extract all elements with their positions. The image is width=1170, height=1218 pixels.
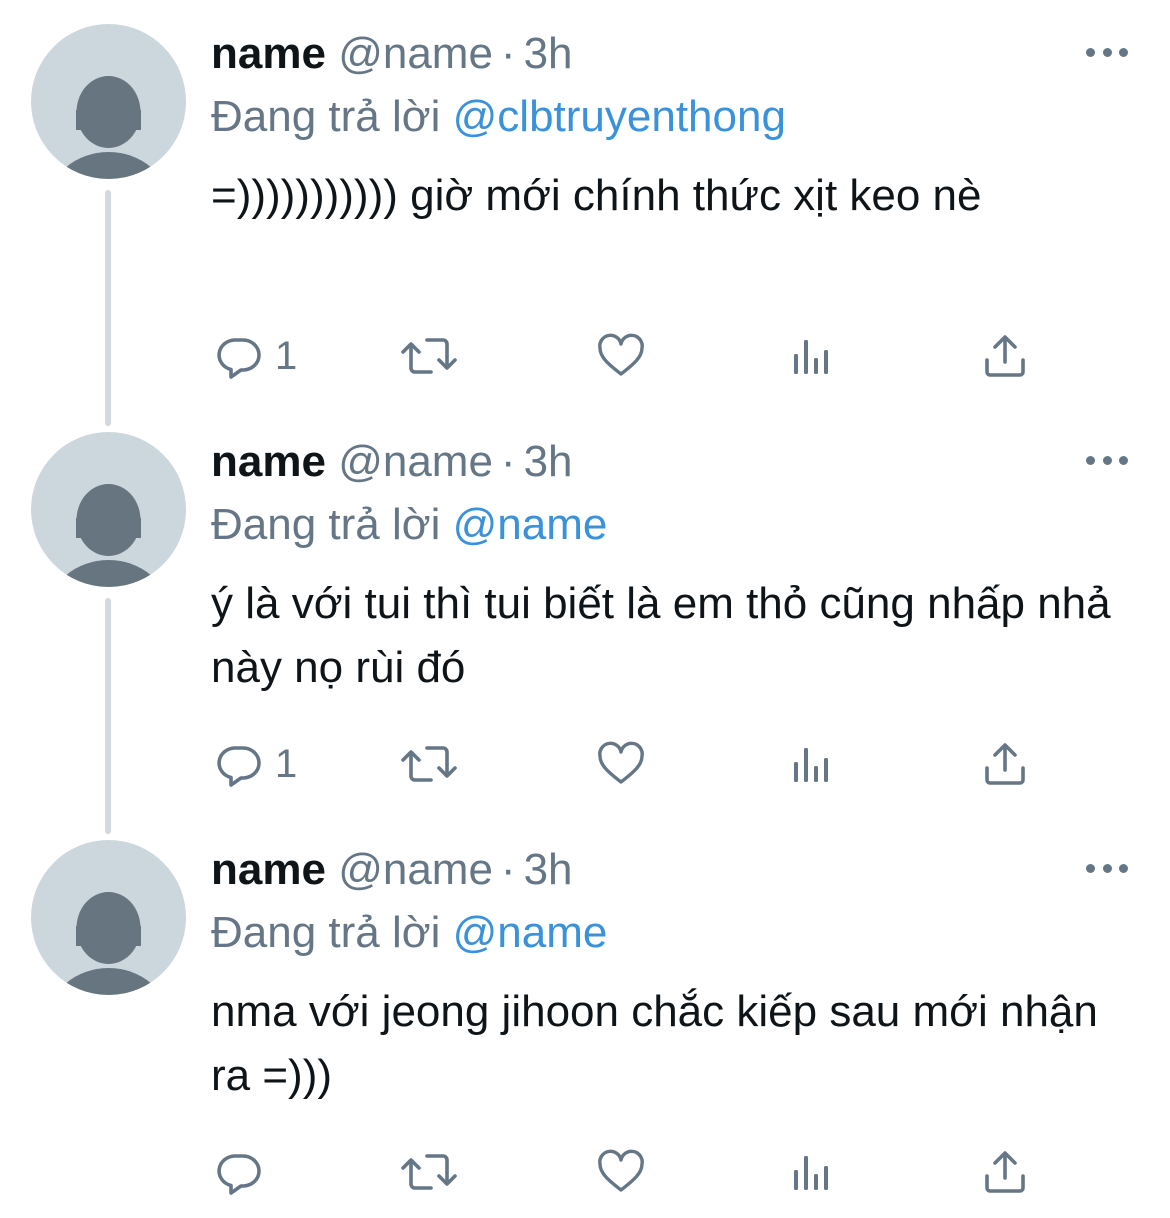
avatar[interactable]	[31, 840, 186, 995]
display-name[interactable]: name	[211, 29, 326, 78]
more-icon[interactable]	[1086, 450, 1128, 470]
tweet[interactable]: name @name · 3h Đang trả lời @name ý là vớ…	[0, 408, 1170, 816]
reply-count: 1	[275, 334, 298, 378]
tweet-actions: 1	[211, 326, 1111, 386]
more-icon[interactable]	[1086, 858, 1128, 878]
tweet-text: =))))))))))) giờ mới chính thức xịt keo …	[211, 171, 982, 220]
timestamp[interactable]: 3h	[524, 437, 573, 486]
tweet-header: name @name · 3h	[211, 844, 573, 896]
analytics-icon	[794, 1156, 828, 1190]
reply-thread: name @name · 3h Đang trả lời @clbtruyentho…	[0, 0, 1170, 1218]
timestamp[interactable]: 3h	[524, 845, 573, 894]
retweet-button[interactable]	[399, 734, 459, 794]
reply-icon	[217, 1154, 261, 1195]
user-handle[interactable]: @name	[338, 29, 493, 78]
share-button[interactable]	[981, 734, 1029, 794]
tweet[interactable]: name @name · 3h Đang trả lời @clbtruyentho…	[0, 0, 1170, 408]
reply-icon	[217, 338, 261, 379]
display-name[interactable]: name	[211, 845, 326, 894]
default-profile-icon	[55, 892, 162, 995]
default-profile-icon	[55, 484, 162, 587]
avatar[interactable]	[31, 24, 186, 179]
replying-to-label: Đang trả lời	[211, 92, 441, 141]
share-button[interactable]	[981, 326, 1029, 386]
analytics-icon	[794, 748, 828, 782]
share-icon	[985, 1151, 1025, 1193]
share-button[interactable]	[981, 1142, 1029, 1202]
heart-icon	[598, 741, 644, 784]
avatar[interactable]	[31, 432, 186, 587]
heart-icon	[598, 1149, 644, 1192]
replying-to-mention[interactable]: @name	[453, 908, 608, 957]
like-button[interactable]	[596, 326, 646, 386]
tweet-text: ý là với tui thì tui biết là em thỏ cũng…	[211, 579, 1111, 692]
replying-to-label: Đang trả lời	[211, 908, 441, 957]
like-button[interactable]	[596, 1142, 646, 1202]
user-handle[interactable]: @name	[338, 845, 493, 894]
tweet[interactable]: name @name · 3h Đang trả lời @name nma với…	[0, 816, 1170, 1218]
tweet-header: name @name · 3h	[211, 436, 573, 488]
retweet-button[interactable]	[399, 1142, 459, 1202]
tweet-actions	[211, 1142, 1111, 1202]
user-handle[interactable]: @name	[338, 437, 493, 486]
replying-to-line: Đang trả lời @clbtruyenthong	[211, 91, 786, 143]
tweet-header: name @name · 3h	[211, 28, 573, 80]
separator-dot: ·	[500, 845, 516, 894]
default-profile-icon	[55, 76, 162, 179]
separator-dot: ·	[500, 29, 516, 78]
retweet-icon	[401, 338, 457, 374]
share-icon	[985, 743, 1025, 785]
reply-button[interactable]: 1	[215, 734, 297, 794]
tweet-text: nma với jeong jihoon chắc kiếp sau mới n…	[211, 987, 1098, 1100]
retweet-icon	[401, 1154, 457, 1190]
reply-count: 1	[275, 742, 298, 786]
share-icon	[985, 335, 1025, 377]
display-name[interactable]: name	[211, 437, 326, 486]
replying-to-line: Đang trả lời @name	[211, 499, 607, 551]
separator-dot: ·	[500, 437, 516, 486]
views-button[interactable]	[791, 734, 835, 794]
reply-button[interactable]	[215, 1142, 275, 1202]
tweet-actions: 1	[211, 734, 1111, 794]
views-button[interactable]	[791, 326, 835, 386]
heart-icon	[598, 333, 644, 376]
replying-to-line: Đang trả lời @name	[211, 907, 607, 959]
timestamp[interactable]: 3h	[524, 29, 573, 78]
analytics-icon	[794, 340, 828, 374]
views-button[interactable]	[791, 1142, 835, 1202]
like-button[interactable]	[596, 734, 646, 794]
replying-to-label: Đang trả lời	[211, 500, 441, 549]
replying-to-mention[interactable]: @name	[453, 500, 608, 549]
reply-icon	[217, 746, 261, 787]
reply-button[interactable]: 1	[215, 326, 297, 386]
retweet-button[interactable]	[399, 326, 459, 386]
retweet-icon	[401, 746, 457, 782]
replying-to-mention[interactable]: @clbtruyenthong	[453, 92, 786, 141]
more-icon[interactable]	[1086, 42, 1128, 62]
